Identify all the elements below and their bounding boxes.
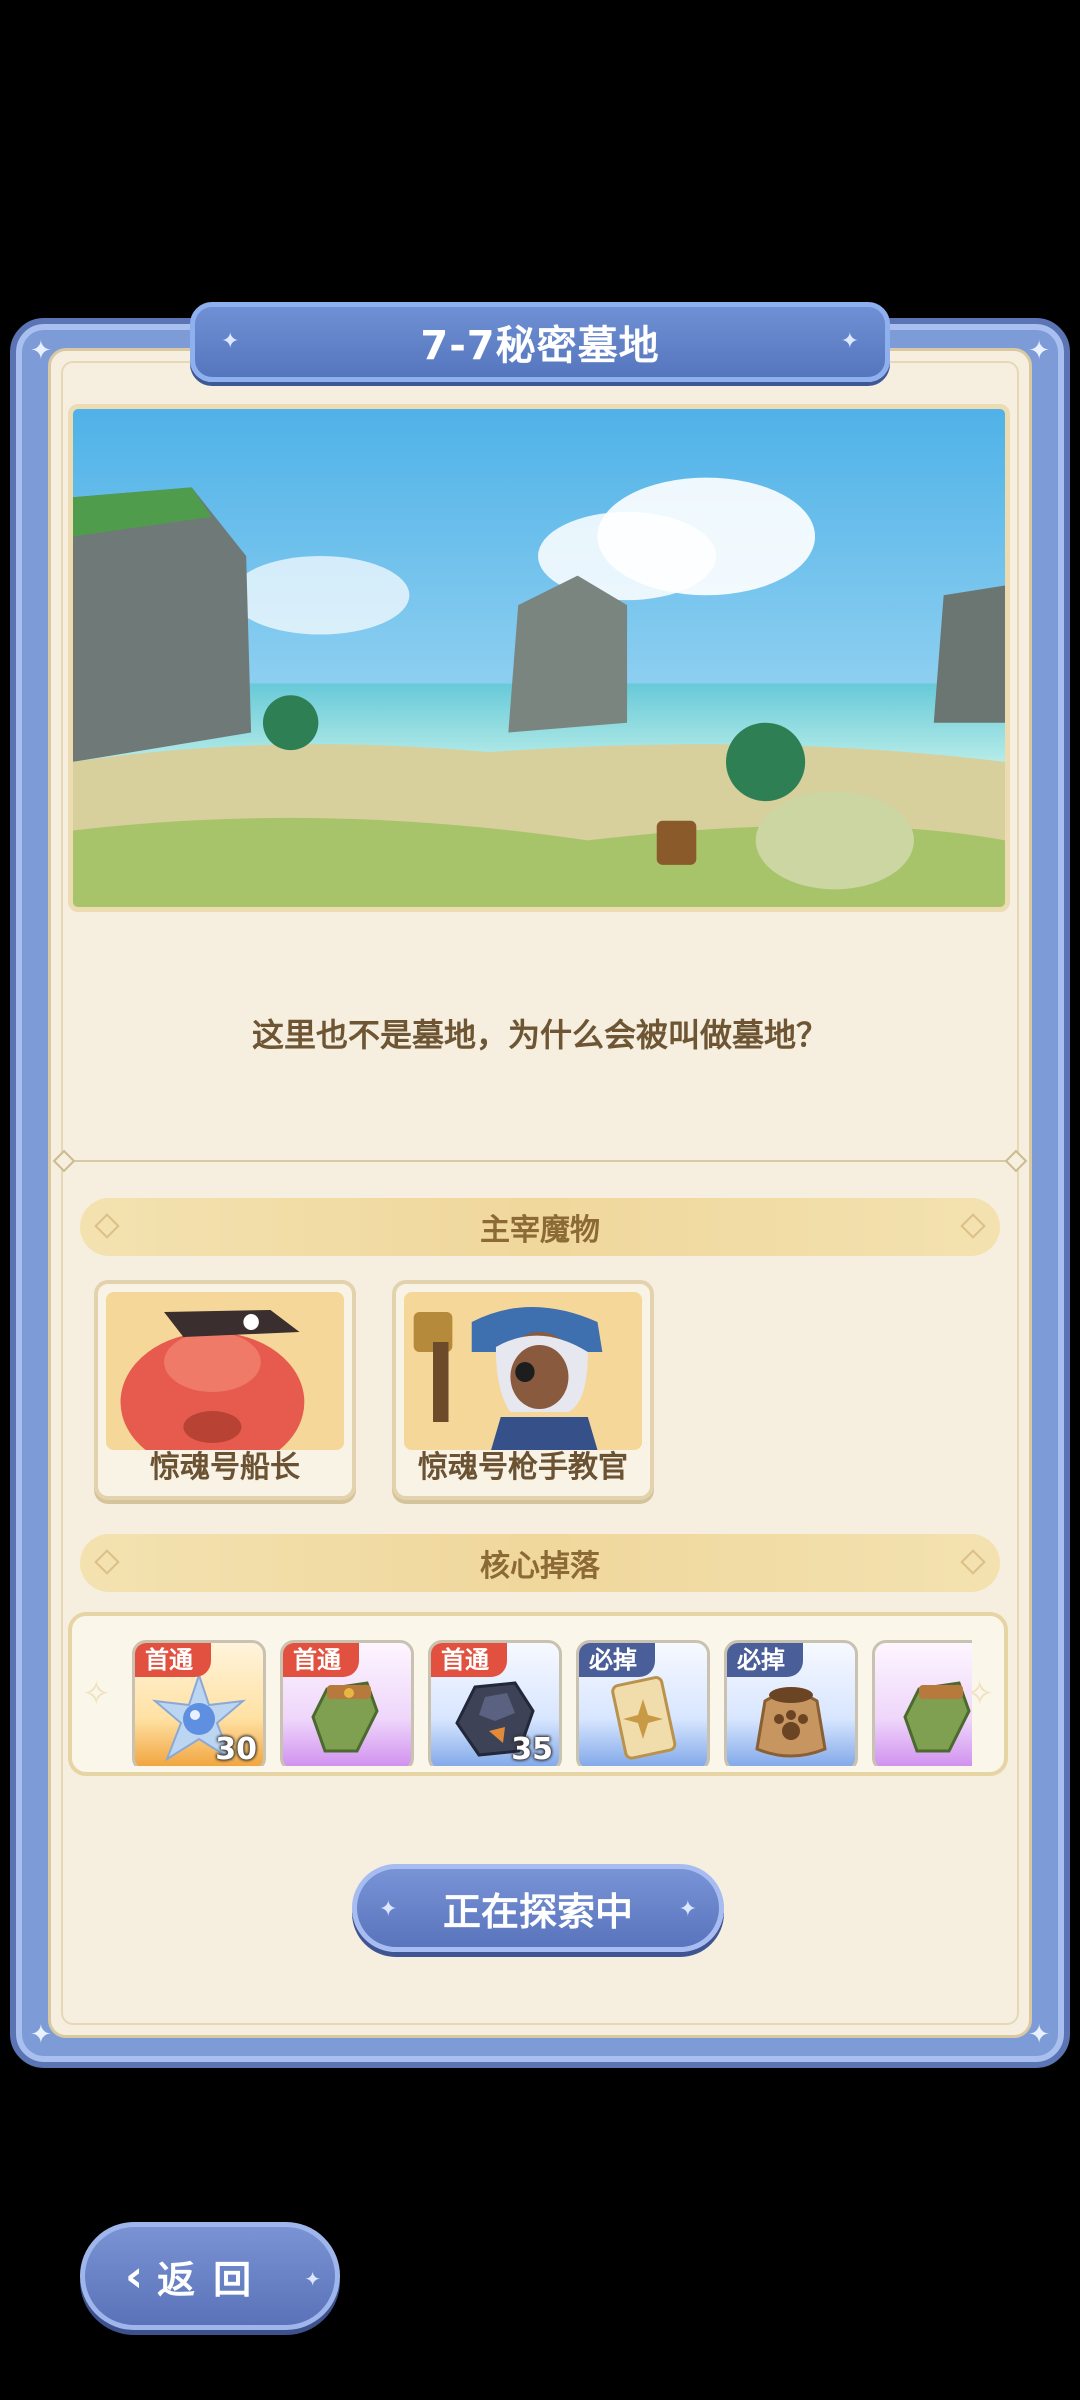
star-icon: ✦ — [840, 329, 859, 354]
drops-header-label: 核心掉落 — [480, 1549, 600, 1584]
back-button-label: 返回 — [157, 2257, 270, 2302]
star-icon: ✦ — [221, 329, 240, 354]
sparkle-icon: ✧ — [82, 1674, 111, 1714]
diamond-icon — [94, 1213, 120, 1239]
drop-quantity: 35 — [511, 1732, 553, 1766]
level-scene-image — [68, 404, 1010, 912]
back-button[interactable]: ‹ 返回 ✦ — [80, 2222, 340, 2330]
corner-star-icon: ✦ — [1028, 2020, 1050, 2050]
title-ribbon: ✦ 7-7秘密墓地 ✦ — [190, 302, 890, 382]
drop-item[interactable]: 首通 — [280, 1640, 414, 1766]
drop-quantity: 30 — [215, 1732, 257, 1766]
drop-tag: 首通 — [283, 1643, 359, 1677]
gauntlet-icon — [311, 1681, 379, 1753]
drop-item[interactable]: 首通 30 — [132, 1640, 266, 1766]
drop-tag: 必掉 — [727, 1643, 803, 1677]
corner-star-icon: ✦ — [30, 2020, 52, 2050]
monster-name: 惊魂号船长 — [150, 1450, 300, 1485]
diamond-icon — [960, 1213, 986, 1239]
drop-item[interactable]: 首通 35 — [428, 1640, 562, 1766]
drop-tag: 首通 — [135, 1643, 211, 1677]
star-icon: ✦ — [304, 2267, 321, 2291]
drop-tag: 首通 — [431, 1643, 507, 1677]
level-description: 这里也不是墓地，为什么会被叫做墓地？ — [251, 1016, 828, 1054]
gunner-instructor-portrait — [404, 1292, 642, 1450]
drop-tag: 必掉 — [579, 1643, 655, 1677]
diamond-icon — [960, 1549, 986, 1575]
monster-name: 惊魂号枪手教官 — [418, 1450, 628, 1485]
back-arrow-icon: ‹ — [125, 2250, 144, 2302]
monster-card[interactable]: 惊魂号枪手教官 — [392, 1280, 654, 1500]
star-icon: ✦ — [678, 1897, 697, 1922]
gauntlet-icon — [903, 1681, 971, 1753]
monster-card[interactable]: 惊魂号船长 — [94, 1280, 356, 1500]
octopus-captain-portrait — [106, 1292, 344, 1450]
exploring-button-label: 正在探索中 — [442, 1889, 633, 1934]
corner-star-icon: ✦ — [30, 336, 52, 366]
monsters-header-label: 主宰魔物 — [480, 1213, 600, 1248]
drop-item[interactable] — [872, 1640, 972, 1766]
diamond-icon — [94, 1549, 120, 1575]
card-icon — [611, 1676, 677, 1760]
island-scene-illustration — [73, 409, 1005, 907]
level-title: 7-7秘密墓地 — [420, 323, 660, 369]
drop-item[interactable]: 必掉 — [576, 1640, 710, 1766]
corner-star-icon: ✦ — [1028, 336, 1050, 366]
drops-scroll-strip[interactable]: ✧ ✧ 首通 30 首通 首通 35 必掉 必掉 — [68, 1612, 1008, 1776]
pet-food-bag-icon — [755, 1687, 827, 1758]
star-icon: ✦ — [379, 1897, 398, 1922]
exploring-button[interactable]: ✦ 正在探索中 ✦ — [352, 1864, 724, 1952]
monsters-section-header: 主宰魔物 — [80, 1198, 1000, 1256]
drop-items-list: 首通 30 首通 首通 35 必掉 必掉 — [132, 1626, 972, 1766]
drops-section-header: 核心掉落 — [80, 1534, 1000, 1592]
divider — [52, 1149, 1028, 1173]
drop-item[interactable]: 必掉 — [724, 1640, 858, 1766]
